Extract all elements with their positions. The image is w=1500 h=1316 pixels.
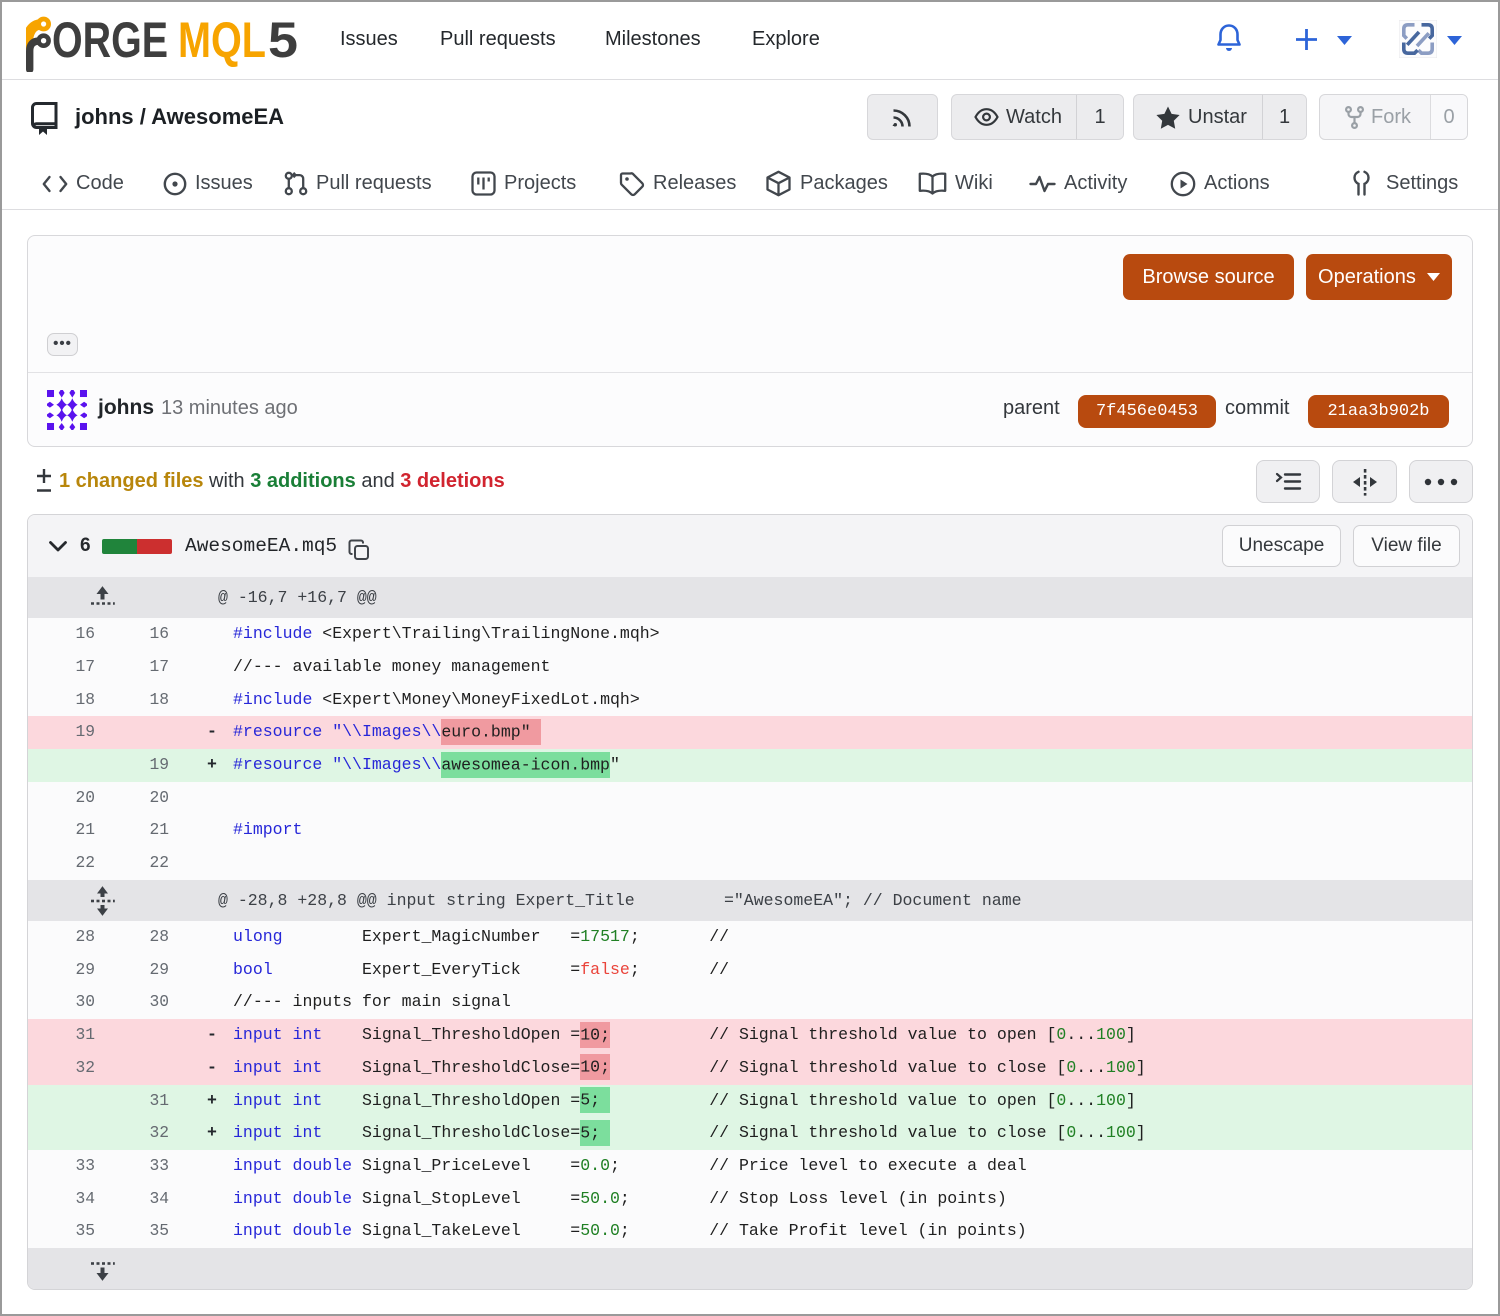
svg-text:MQL: MQL bbox=[178, 12, 266, 68]
svg-text:5: 5 bbox=[268, 12, 298, 68]
svg-text:ORGE: ORGE bbox=[52, 12, 168, 68]
